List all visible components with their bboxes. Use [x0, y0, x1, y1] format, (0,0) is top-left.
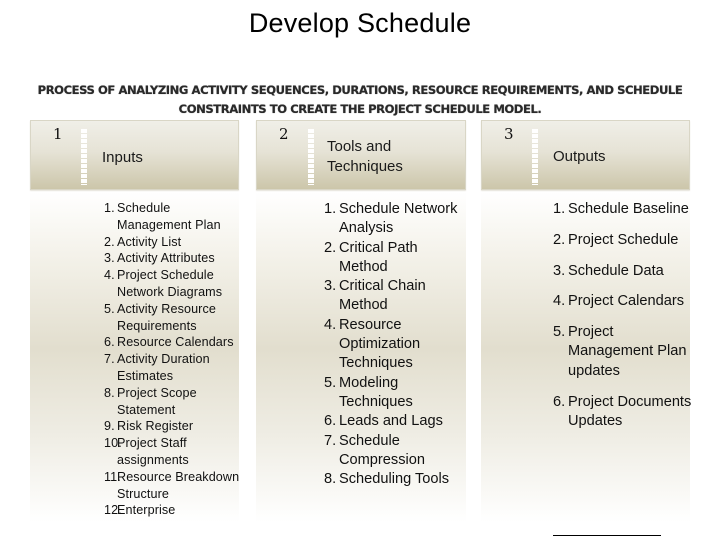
item-number: 9. [104, 419, 115, 434]
item-text: Schedule Network Analysis [339, 201, 458, 237]
list-item: 4. Resource Optimization Techniques [324, 316, 469, 374]
process-description-line-1: PROCESS OF ANALYZING ACTIVITY SEQUENCES,… [37, 83, 683, 97]
item-text: Risk Register [117, 419, 194, 434]
list-item: 2. Project Schedule [553, 231, 698, 250]
list-item: 10. Project Staff assignments [104, 435, 244, 469]
dashed-divider [81, 129, 87, 185]
list-item: 3. Activity Attributes [104, 250, 244, 267]
item-number: 2. [553, 231, 566, 248]
outputs-list: 1. Schedule Baseline 2. Project Schedule 3… [553, 200, 698, 443]
outputs-header: 3 Outputs [481, 120, 690, 190]
list-item: 4. Project Calendars [553, 292, 698, 311]
outputs-heading: Outputs [553, 148, 606, 165]
item-text: Enterprise [117, 503, 176, 518]
slide-title: Develop Schedule [248, 8, 472, 38]
list-item: 8. Scheduling Tools [324, 470, 469, 489]
list-item: 3. Critical Chain Method [324, 277, 469, 316]
item-number: 3. [104, 251, 115, 266]
list-item: 2. Activity List [104, 234, 244, 251]
item-number: 1. [104, 201, 115, 215]
list-item: 4. Project Schedule Network Diagrams [104, 267, 244, 301]
item-number: 8. [104, 385, 115, 400]
item-text: Schedule Data [568, 262, 664, 279]
list-item: 8. Project Scope Statement [104, 385, 244, 419]
item-text: Schedule Management Plan [117, 201, 221, 232]
item-text: Resource Calendars [117, 335, 234, 350]
item-number: 5. [104, 301, 115, 316]
item-text: Project Documents Updates [568, 393, 692, 429]
item-text: Project Scope Statement [117, 385, 197, 417]
item-text: Project Calendars [568, 293, 684, 310]
process-description-line-2: CONSTRAINTS TO CREATE THE PROJECT SCHEDU… [178, 102, 542, 116]
inputs-list: 1. Schedule Management Plan 2. Activity Li… [104, 200, 244, 519]
list-item: 7. Schedule Compression [324, 432, 469, 471]
dashed-divider [532, 129, 538, 185]
item-number: 6. [553, 393, 566, 410]
item-text: Leads and Lags [339, 413, 443, 430]
item-text: Project Schedule Network Diagrams [117, 268, 223, 299]
item-text: Critical Path Method [339, 239, 418, 275]
item-number: 7. [104, 352, 115, 367]
horizontal-rule [553, 535, 661, 536]
item-number: 7. [324, 432, 337, 449]
item-text: Schedule Baseline [568, 201, 689, 217]
item-number: 2. [104, 234, 115, 249]
item-text: Resource Breakdown Structure [117, 469, 240, 501]
list-item: 7. Activity Duration Estimates [104, 351, 244, 385]
inputs-header: 1 Inputs [30, 120, 239, 190]
list-item: 5. Modeling Techniques [324, 374, 469, 413]
item-text: Activity List [117, 234, 182, 249]
list-item: 1. Schedule Management Plan [104, 200, 244, 234]
item-text: Project Staff assignments [117, 436, 189, 467]
item-number: 4. [324, 316, 337, 333]
tools-heading: Tools and Techniques [327, 138, 403, 175]
item-number: 3. [553, 262, 566, 279]
dashed-divider [308, 129, 314, 185]
item-number: 12. [104, 503, 122, 518]
tools-header: 2 Tools and Techniques [256, 120, 466, 190]
item-text: Activity Attributes [117, 251, 215, 266]
item-text: Critical Chain Method [339, 278, 426, 314]
list-item: 6. Leads and Lags [324, 412, 469, 431]
list-item: 9. Risk Register [104, 418, 244, 435]
item-text: Modeling Techniques [339, 374, 413, 410]
list-item: 1. Schedule Baseline [553, 200, 698, 219]
item-number: 10. [104, 436, 122, 451]
list-item: 6. Project Documents Updates [553, 393, 698, 432]
item-text: Activity Resource Requirements [117, 301, 216, 333]
item-number: 5. [324, 374, 337, 391]
item-text: Activity Duration Estimates [117, 352, 210, 383]
item-number: 1. [324, 201, 337, 217]
item-number: 8. [324, 471, 337, 488]
inputs-step-number: 1 [53, 125, 63, 143]
item-number: 4. [104, 268, 115, 283]
list-item: 2. Critical Path Method [324, 239, 469, 278]
item-number: 3. [324, 278, 337, 295]
item-text: Resource Optimization Techniques [339, 316, 421, 372]
inputs-heading: Inputs [102, 149, 143, 166]
item-number: 4. [553, 293, 566, 310]
item-text: Project Management Plan updates [568, 324, 687, 379]
list-item: 11. Resource Breakdown Structure [104, 469, 244, 503]
item-text: Schedule Compression [339, 432, 425, 468]
process-description: PROCESS OF ANALYZING ACTIVITY SEQUENCES,… [0, 81, 720, 119]
list-item: 6. Resource Calendars [104, 334, 244, 351]
list-item: 5. Activity Resource Requirements [104, 301, 244, 335]
item-number: 6. [324, 413, 337, 430]
tools-step-number: 2 [279, 125, 289, 143]
list-item: 1. Schedule Network Analysis [324, 200, 469, 239]
item-text: Scheduling Tools [339, 471, 450, 488]
item-number: 5. [553, 324, 566, 341]
list-item: 12. Enterprise [104, 502, 244, 519]
item-number: 2. [324, 239, 337, 256]
item-number: 11. [104, 469, 121, 484]
outputs-step-number: 3 [504, 125, 514, 143]
list-item: 3. Schedule Data [553, 262, 698, 281]
list-item: 5. Project Management Plan updates [553, 323, 698, 381]
item-number: 6. [104, 335, 115, 350]
item-text: Project Schedule [568, 231, 679, 248]
item-number: 1. [553, 201, 566, 217]
tools-list: 1. Schedule Network Analysis 2. Critical P… [324, 200, 469, 489]
